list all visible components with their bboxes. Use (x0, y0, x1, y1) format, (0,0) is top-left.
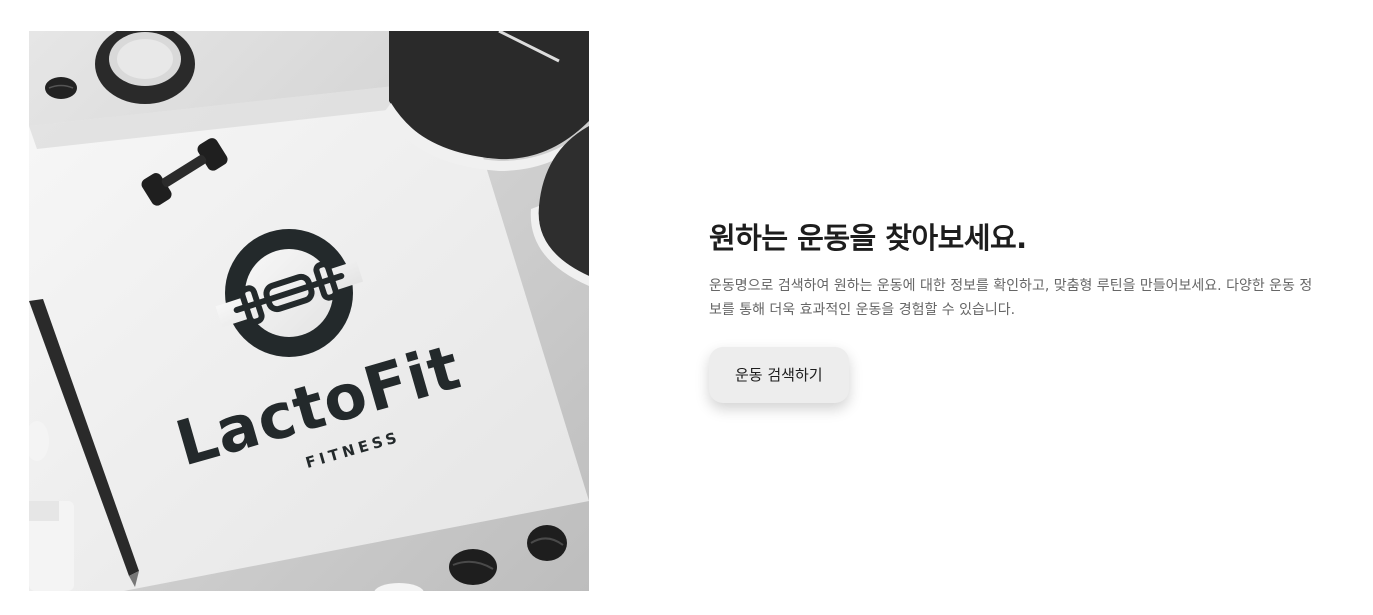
section-description: 운동명으로 검색하여 원하는 운동에 대한 정보를 확인하고, 맞춤형 루틴을 … (709, 278, 1313, 318)
hero-image: LactoFit FITNESS (29, 31, 589, 591)
exercise-search-section: 원하는 운동을 찾아보세요. 운동명으로 검색하여 원하는 운동에 대한 정보를… (709, 218, 1329, 403)
exercise-search-button[interactable]: 운동 검색하기 (709, 347, 849, 403)
section-title: 원하는 운동을 찾아보세요. (709, 221, 1027, 255)
coffee-bean (45, 77, 77, 99)
